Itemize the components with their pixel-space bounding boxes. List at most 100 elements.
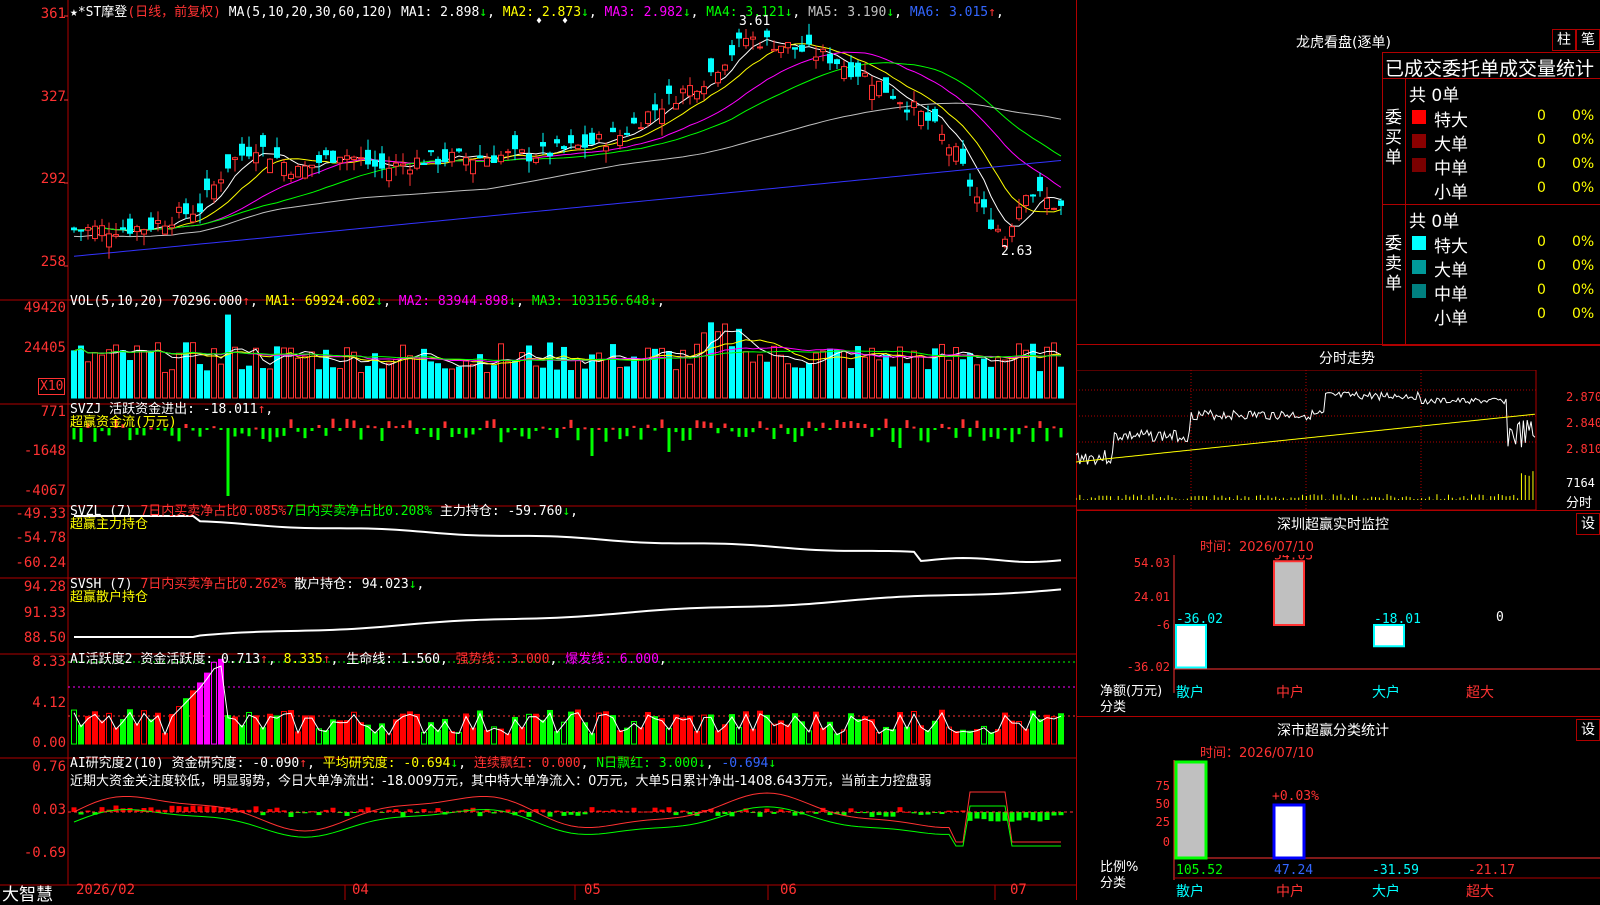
fund-flow-bar [611, 427, 615, 430]
fund-flow-bar [961, 419, 965, 428]
svzl-text3: 主力持仓: [439, 504, 500, 519]
volume-bar [239, 369, 245, 399]
activity-bar [323, 730, 329, 745]
svzj-y-label: -4067 [23, 483, 66, 499]
ai2-value2: -0.694 [403, 756, 451, 771]
candle-body [750, 36, 756, 40]
candle-body [904, 109, 910, 113]
fund-flow-bar [177, 428, 181, 442]
fund-flow-bar [996, 428, 1000, 439]
ma-readout-6: MA6: 3.015 [909, 5, 989, 20]
volume-bar [309, 351, 315, 399]
fund-flow-bar [709, 422, 713, 428]
fund-flow-bar [870, 428, 874, 437]
research-bar [190, 805, 196, 812]
monitor-value: -18.01 [1374, 612, 1421, 627]
candle-body [1051, 207, 1057, 210]
candle-body [1009, 226, 1015, 237]
monitor-settings-button[interactable]: 设 [1576, 513, 1600, 535]
candle-body [715, 71, 721, 84]
research-bar [715, 812, 721, 816]
monitor-value: -36.02 [1176, 612, 1223, 627]
volume-bar [918, 355, 924, 399]
ma-arrow: ↑ [988, 5, 996, 20]
activity-bar [743, 711, 749, 745]
main-position-line [74, 515, 1062, 563]
candle-body [302, 165, 308, 179]
research-bar [988, 812, 994, 822]
volume-bar [575, 359, 581, 399]
sell-total: 共 0单 [1409, 212, 1460, 232]
candle-body [1023, 195, 1029, 206]
ai2-y-label: 0.76 [32, 759, 66, 775]
volume-bar [603, 359, 609, 399]
class-y-label: 25 [1156, 815, 1170, 829]
candle-body [246, 146, 252, 157]
fund-flow-bar [744, 428, 748, 437]
volume-bar [435, 363, 441, 399]
candle-body [407, 169, 413, 175]
volume-bar [645, 347, 651, 399]
fund-flow-bar [492, 419, 496, 428]
svzl-y-label: -54.78 [15, 530, 66, 546]
class-settings-button[interactable]: 设 [1576, 719, 1600, 741]
volume-bar [890, 366, 896, 399]
monitor-time: 时间：2026/07/10 [1200, 540, 1314, 555]
vol-ma-arrow: ↓ [508, 294, 517, 309]
volume-bar [183, 342, 189, 399]
monitor-y-label: -6 [1156, 618, 1170, 632]
volume-bar [540, 367, 546, 399]
activity-bar [78, 724, 84, 745]
ai1-y-label: 8.33 [32, 654, 66, 670]
volume-bar [568, 370, 574, 399]
volume-bar [610, 344, 616, 399]
activity-bar [624, 727, 630, 745]
volume-bar [638, 359, 644, 399]
activity-bar [1023, 728, 1029, 745]
candle-body [792, 47, 798, 50]
activity-bar [988, 732, 994, 745]
candle-body [855, 62, 861, 77]
research-bar [869, 812, 875, 817]
volume-bar [701, 332, 707, 399]
ai1-title-line: AI活跃度2 资金活跃度: 0.713↑, 8.335↑, 生命线: 1.560… [70, 652, 667, 667]
pen-mode-button[interactable]: 笔 [1576, 29, 1600, 51]
candle-body [372, 159, 378, 167]
candle-body [981, 199, 987, 208]
bar-mode-button[interactable]: 柱 [1552, 29, 1576, 51]
vol-ma-readout-1: MA1: 69924.602 [265, 294, 376, 309]
activity-bar [862, 716, 868, 745]
volume-bar [687, 363, 693, 399]
fund-flow-bar [226, 428, 230, 496]
volume-bar [92, 352, 98, 399]
fund-flow-bar [1045, 428, 1049, 442]
candle-body [519, 149, 525, 153]
candle-body [666, 85, 672, 94]
candle-body [267, 158, 273, 174]
ai1-text3: 生命线: [346, 652, 394, 667]
candle-body [120, 227, 126, 230]
research-bar [652, 807, 658, 812]
activity-bar [869, 719, 875, 745]
monitor-value: 0 [1496, 610, 1504, 625]
fund-flow-bar [912, 426, 916, 429]
vol-y-label: 24405 [23, 340, 66, 356]
candle-body [589, 132, 595, 145]
fund-flow-bar [814, 428, 818, 431]
high-price-label: 3.61 [739, 14, 771, 29]
activity-bar [785, 724, 791, 745]
activity-bar [757, 710, 763, 745]
activity-bar [603, 711, 609, 745]
activity-bar [820, 727, 826, 745]
ai2-label: AI研究度2(10) [70, 756, 164, 771]
research-bar [757, 812, 763, 817]
ma-line-3 [73, 51, 1062, 231]
fund-flow-bar [590, 428, 594, 456]
ai1-y-label: 4.12 [32, 695, 66, 711]
intraday-chart[interactable] [1076, 370, 1600, 510]
volume-bar [750, 361, 756, 399]
research-bar [288, 812, 294, 817]
candle-body [547, 152, 553, 157]
fund-flow-bar [905, 420, 909, 428]
research-bar [400, 812, 406, 817]
